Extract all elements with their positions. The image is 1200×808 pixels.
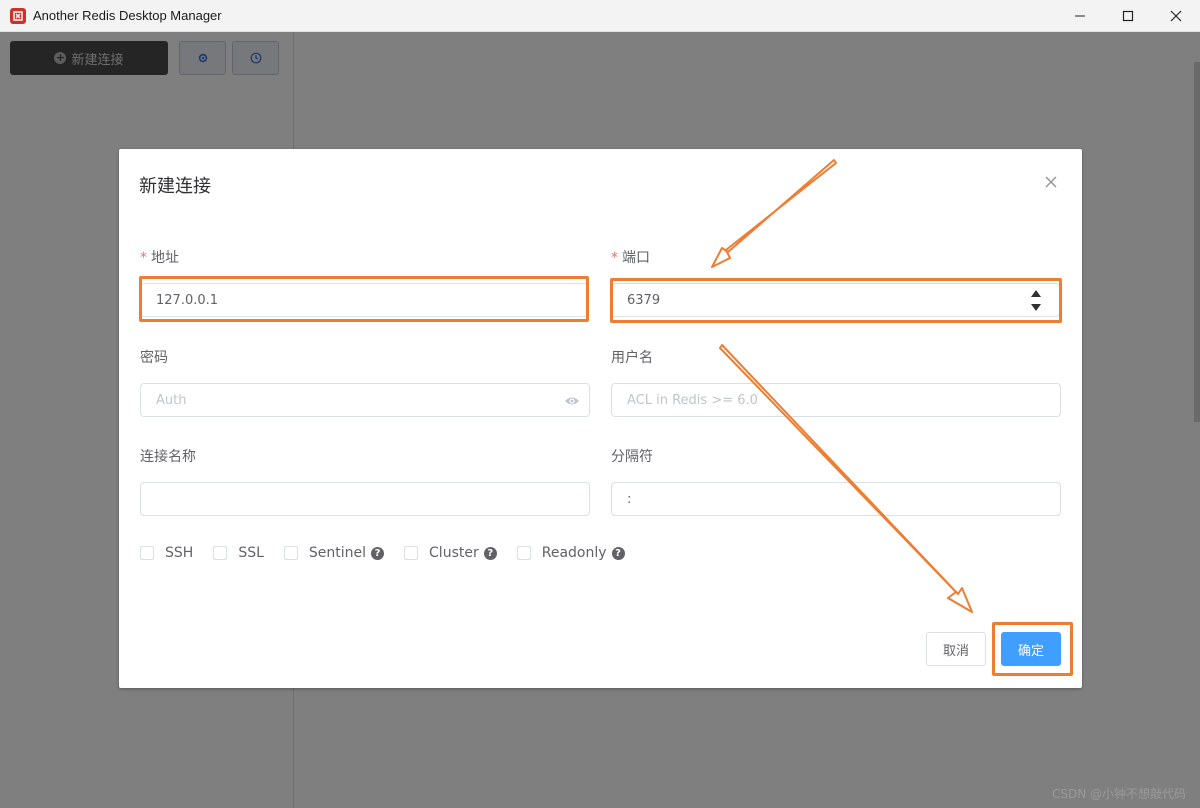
cluster-label: Cluster (429, 545, 479, 561)
port-input-wrap (611, 283, 1060, 317)
window-title: Another Redis Desktop Manager (33, 8, 222, 23)
eye-icon (565, 397, 579, 405)
show-password-toggle[interactable] (564, 393, 580, 407)
port-increment-button[interactable] (1030, 288, 1042, 298)
cancel-button[interactable]: 取消 (926, 632, 986, 666)
maximize-button[interactable] (1104, 0, 1152, 32)
new-connection-dialog: 新建连接 *地址 *端口 密码 用户名 连接名称 分隔符 (119, 149, 1082, 688)
close-icon (1045, 176, 1057, 188)
ssh-checkbox[interactable] (140, 546, 154, 560)
close-window-button[interactable] (1152, 0, 1200, 32)
password-label: 密码 (140, 350, 168, 366)
port-input[interactable] (611, 283, 1060, 317)
port-label: * 端口 (611, 247, 650, 267)
username-input[interactable] (611, 383, 1061, 417)
host-input[interactable] (140, 283, 589, 317)
sentinel-checkbox[interactable] (283, 546, 298, 560)
question-circle-icon[interactable]: ? (483, 546, 497, 560)
ssh-label: SSH (165, 545, 194, 561)
separator-label: 分隔符 (611, 449, 653, 465)
connection-name-input[interactable] (140, 482, 590, 516)
readonly-label: Readonly (541, 545, 607, 561)
port-decrement-button[interactable] (1030, 302, 1042, 312)
caret-up-icon (1031, 289, 1041, 297)
required-mark: * (611, 250, 618, 266)
cluster-checkbox[interactable] (404, 546, 419, 560)
port-label-text: 端口 (622, 250, 650, 266)
window-titlebar: Another Redis Desktop Manager (0, 0, 1200, 32)
option-cluster[interactable]: Cluster ? (404, 545, 497, 561)
connection-options: SSH SSL Sentinel ? Cluster ? Readonly ? (140, 545, 645, 561)
ssl-checkbox[interactable] (213, 546, 228, 560)
question-circle-icon[interactable]: ? (611, 546, 625, 560)
dialog-title: 新建连接 (139, 176, 211, 197)
option-ssl[interactable]: SSL (213, 545, 264, 561)
password-input-wrap (140, 383, 590, 417)
maximize-icon (1122, 10, 1134, 22)
option-readonly[interactable]: Readonly ? (516, 545, 625, 561)
close-icon (1170, 10, 1182, 22)
minimize-icon (1075, 15, 1085, 17)
option-sentinel[interactable]: Sentinel ? (283, 545, 385, 561)
readonly-checkbox[interactable] (516, 546, 531, 560)
confirm-button[interactable]: 确定 (1001, 632, 1061, 666)
username-label: 用户名 (611, 350, 653, 366)
separator-input[interactable] (611, 482, 1061, 516)
watermark: CSDN @小钟不想敲代码 (1051, 787, 1186, 801)
required-mark: * (140, 250, 147, 266)
window-controls (1056, 0, 1200, 32)
host-label-text: 地址 (151, 250, 179, 266)
caret-down-icon (1031, 303, 1041, 311)
dialog-close-button[interactable] (1044, 174, 1058, 188)
ssl-label: SSL (238, 545, 264, 561)
connection-name-label: 连接名称 (140, 449, 196, 465)
password-input[interactable] (140, 383, 590, 417)
host-label: * 地址 (140, 247, 179, 267)
question-circle-icon[interactable]: ? (371, 546, 385, 560)
sentinel-label: Sentinel (308, 545, 367, 561)
app-logo-icon (10, 7, 26, 24)
option-ssh[interactable]: SSH (140, 545, 193, 561)
minimize-button[interactable] (1056, 0, 1104, 32)
